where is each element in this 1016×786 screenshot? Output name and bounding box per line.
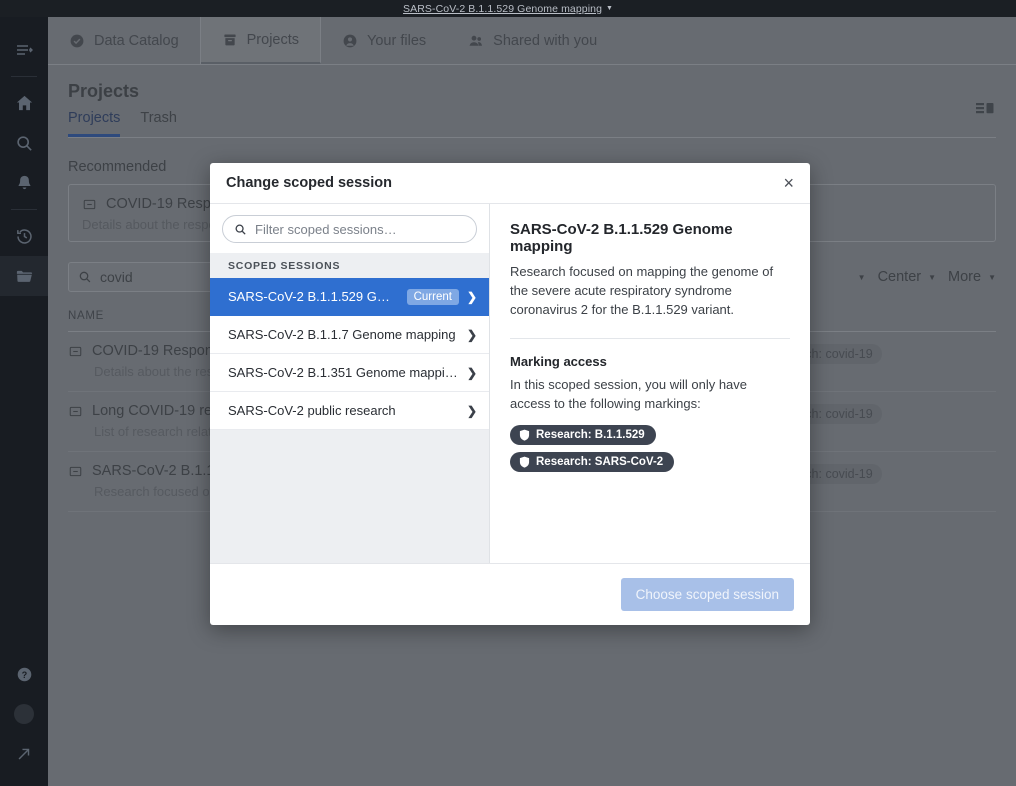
session-detail-pane: SARS-CoV-2 B.1.1.529 Genome mapping Rese… [490, 204, 810, 563]
project-icon [68, 464, 83, 479]
scoped-session-link[interactable]: SARS-CoV-2 B.1.1.529 Genome mapping [403, 3, 602, 15]
subtab-trash[interactable]: Trash [140, 110, 177, 137]
session-item-b1351[interactable]: SARS-CoV-2 B.1.351 Genome mapping ❯ [210, 354, 489, 392]
change-scoped-session-dialog: Change scoped session × SCOPED SESSIONS [210, 163, 810, 625]
toolbar-more-dropdown[interactable]: More ▼ [948, 269, 996, 285]
tab-projects[interactable]: Projects [200, 17, 322, 64]
sessions-group-label: SCOPED SESSIONS [210, 253, 489, 278]
sessions-list-empty-area [210, 430, 489, 563]
filter-scoped-sessions-input[interactable] [255, 221, 465, 237]
filter-box[interactable] [222, 215, 477, 243]
dialog-title: Change scoped session [226, 175, 392, 191]
project-icon [68, 344, 83, 359]
users-icon [468, 33, 484, 49]
rail-top-group [0, 17, 48, 70]
detail-divider [510, 337, 790, 339]
current-badge: Current [406, 288, 459, 305]
project-icon [82, 197, 97, 212]
session-name: SARS-CoV-2 public research [228, 403, 396, 418]
folder-icon[interactable] [0, 256, 48, 296]
search-icon[interactable] [0, 123, 48, 163]
rail-divider [11, 76, 37, 77]
session-item-b117[interactable]: SARS-CoV-2 B.1.1.7 Genome mapping ❯ [210, 316, 489, 354]
session-item-public-research[interactable]: SARS-CoV-2 public research ❯ [210, 392, 489, 430]
sessions-pane: SCOPED SESSIONS SARS-CoV-2 B.1.1.529 G… … [210, 204, 490, 563]
session-name: SARS-CoV-2 B.1.1.529 G… [228, 289, 390, 304]
chevron-right-icon: ❯ [466, 365, 477, 380]
toolbar-center-dropdown[interactable]: Center ▼ [878, 269, 936, 285]
tab-your-files[interactable]: Your files [321, 17, 447, 64]
menu-expand-icon[interactable] [0, 30, 48, 70]
chevron-down-icon: ▼ [928, 272, 937, 282]
toolbar-center-label: Center [877, 269, 922, 285]
tab-shared-with-you[interactable]: Shared with you [447, 17, 618, 64]
rail-divider-2 [11, 209, 37, 210]
toolbar-more-label: More [948, 269, 982, 285]
tab-data-catalog[interactable]: Data Catalog [48, 17, 201, 64]
search-value: covid [100, 269, 133, 285]
chevron-down-icon: ▼ [857, 272, 866, 282]
choose-scoped-session-button[interactable]: Choose scoped session [620, 578, 794, 611]
dialog-body: SCOPED SESSIONS SARS-CoV-2 B.1.1.529 G… … [210, 204, 810, 563]
avatar[interactable] [0, 694, 48, 734]
external-link-icon[interactable] [0, 734, 48, 774]
chevron-down-icon: ▼ [988, 272, 996, 282]
dialog-header: Change scoped session × [210, 163, 810, 204]
session-item-b11529[interactable]: SARS-CoV-2 B.1.1.529 G… Current ❯ [210, 278, 489, 316]
page-title: Projects [68, 81, 140, 101]
tab-label: Shared with you [493, 32, 598, 49]
check-badge-icon [69, 33, 85, 49]
subtab-projects[interactable]: Projects [68, 110, 121, 137]
session-name: SARS-CoV-2 B.1.1.7 Genome mapping [228, 327, 456, 342]
help-icon[interactable]: ? [0, 654, 48, 694]
app-root: SARS-CoV-2 B.1.1.529 Genome mapping ▼ ? … [0, 0, 1016, 786]
primary-tabbar: Data Catalog Projects Your files Shared … [48, 17, 1016, 65]
sessions-list: SARS-CoV-2 B.1.1.529 G… Current ❯ SARS-C… [210, 278, 489, 430]
search-icon [78, 270, 92, 284]
chevron-down-icon[interactable]: ▼ [606, 5, 613, 12]
archive-box-icon [222, 32, 238, 48]
panel-toggle-icon[interactable] [976, 102, 996, 118]
filter-wrapper [210, 204, 489, 253]
search-icon [234, 223, 247, 236]
home-icon[interactable] [0, 83, 48, 123]
close-icon[interactable]: × [783, 174, 794, 192]
chevron-right-icon: ❯ [466, 289, 477, 304]
user-circle-icon [342, 33, 358, 49]
shield-icon [519, 456, 530, 468]
left-rail: ? [0, 17, 48, 786]
secondary-tabs: Projects Trash [68, 110, 996, 138]
shield-icon [519, 429, 530, 441]
tab-label: Projects [246, 31, 300, 48]
top-banner: SARS-CoV-2 B.1.1.529 Genome mapping ▼ [0, 0, 1016, 17]
dialog-footer: Choose scoped session [210, 563, 810, 625]
tab-label: Data Catalog [94, 32, 179, 49]
marking-access-text: In this scoped session, you will only ha… [510, 376, 748, 411]
marking-badge: Research: B.1.1.529 [510, 425, 656, 446]
marking-badge: Research: SARS-CoV-2 [510, 452, 675, 473]
row-title: COVID-19 Response [92, 343, 229, 359]
detail-title: SARS-CoV-2 B.1.1.529 Genome mapping [510, 221, 733, 255]
toolbar-filter-dropdown[interactable]: ▼ [851, 273, 866, 282]
detail-description: Research focused on mapping the genome o… [510, 264, 774, 318]
notifications-icon[interactable] [0, 163, 48, 203]
session-name: SARS-CoV-2 B.1.351 Genome mapping [228, 365, 459, 380]
history-icon[interactable] [0, 216, 48, 256]
marking-access-heading: Marking access [510, 353, 607, 369]
tab-label: Your files [367, 32, 427, 49]
project-icon [68, 404, 83, 419]
marking-label: Research: B.1.1.529 [536, 429, 645, 442]
marking-label: Research: SARS-CoV-2 [536, 456, 664, 469]
chevron-right-icon: ❯ [466, 327, 477, 342]
chevron-right-icon: ❯ [466, 403, 477, 418]
svg-text:?: ? [21, 670, 26, 680]
markings-list: Research: B.1.1.529 Research: SARS-CoV-2 [510, 425, 790, 473]
